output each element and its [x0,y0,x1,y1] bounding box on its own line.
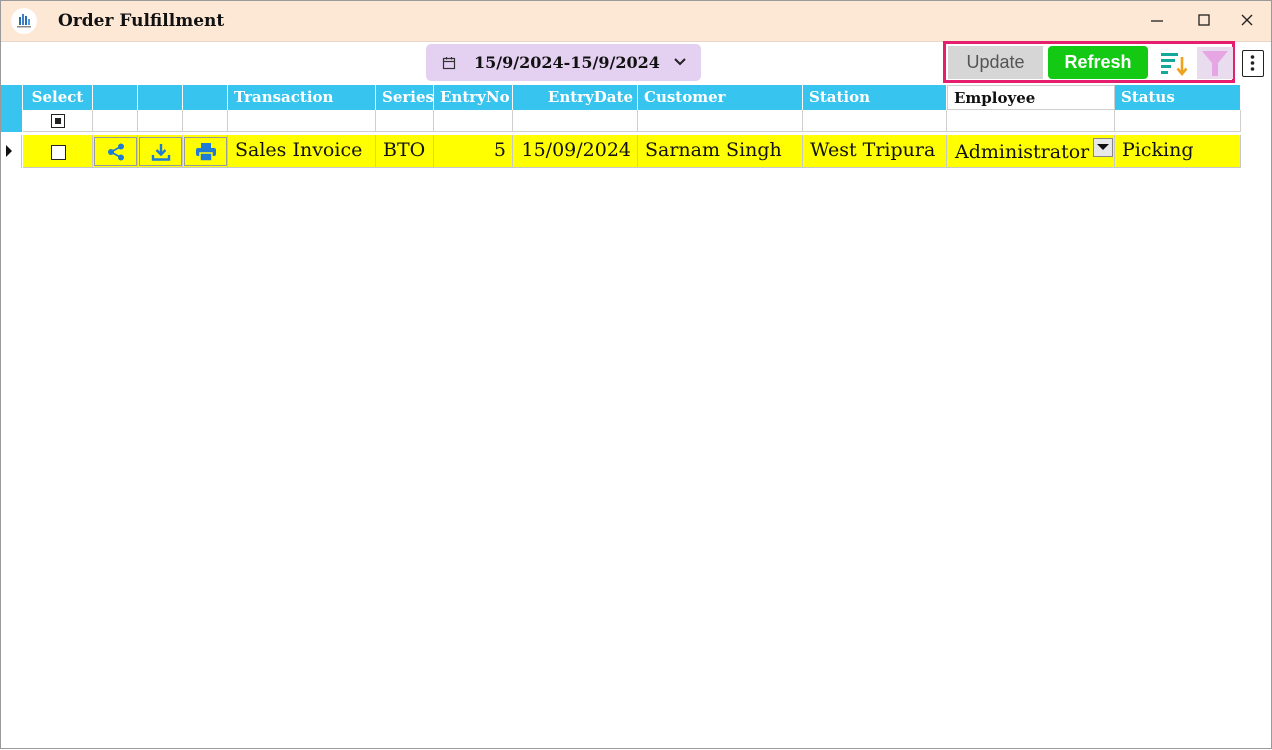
filter-cell-entrydate[interactable] [513,110,638,132]
entrydate-cell[interactable]: 15/09/2024 [513,135,638,168]
column-header-select[interactable]: Select [23,85,93,110]
select-all-cell [23,110,93,132]
print-cell [183,135,228,168]
date-range-text: 15/9/2024-15/9/2024 [474,53,660,72]
filter-cell-employee[interactable] [947,110,1115,132]
filter-row-indicator [1,110,23,132]
column-header-series[interactable]: Series [376,85,434,110]
update-button[interactable]: Update [948,46,1043,79]
filter-cell-entryno[interactable] [434,110,513,132]
app-logo-icon [11,8,37,34]
column-header-print [183,85,228,110]
column-header-status[interactable]: Status [1115,85,1241,110]
grid-filter-row [1,110,1241,132]
more-vertical-icon [1250,55,1255,71]
column-header-download [138,85,183,110]
column-header-entryno[interactable]: EntryNo [434,85,513,110]
minimize-button[interactable] [1144,9,1170,33]
close-icon [1241,14,1253,26]
order-fulfillment-window: Order Fulfillment 15/9/2024-15/9/2024 Up… [0,0,1272,749]
table-row[interactable]: Sales Invoice BTO 5 15/09/2024 Sarnam Si… [1,135,1241,168]
station-cell[interactable]: West Tripura [803,135,947,168]
row-header-corner [1,85,23,110]
window-title: Order Fulfillment [58,11,225,31]
download-icon [151,143,170,161]
current-row-arrow-icon [6,145,12,157]
column-header-station[interactable]: Station [803,85,947,110]
select-all-checkbox[interactable] [51,114,65,128]
share-cell [93,135,138,168]
filter-cell-print [183,110,228,132]
maximize-icon [1198,14,1210,26]
download-cell [138,135,183,168]
column-header-share [93,85,138,110]
entryno-cell[interactable]: 5 [434,135,513,168]
share-button[interactable] [94,137,137,166]
filter-cell-share [93,110,138,132]
more-options-button[interactable] [1242,50,1264,77]
print-button[interactable] [184,137,227,166]
filter-cell-series[interactable] [376,110,434,132]
minimize-icon [1151,20,1163,22]
status-cell[interactable]: Picking [1115,135,1241,168]
sort-button[interactable] [1158,47,1191,79]
sort-descending-icon [1161,53,1188,77]
column-header-transaction[interactable]: Transaction [228,85,376,110]
calendar-icon [442,57,456,70]
download-button[interactable] [139,137,182,166]
transaction-cell[interactable]: Sales Invoice [228,135,376,168]
employee-select[interactable]: Administrator [947,135,1115,168]
chevron-down-icon [674,58,686,66]
filter-cell-status[interactable] [1115,110,1241,132]
employee-dropdown-button[interactable] [1093,138,1113,157]
column-header-customer[interactable]: Customer [638,85,803,110]
row-indicator [1,135,22,168]
employee-select-value: Administrator [955,141,1090,163]
close-button[interactable] [1234,9,1260,33]
refresh-button[interactable]: Refresh [1048,46,1148,79]
row-select-checkbox[interactable] [51,145,66,160]
column-header-entrydate[interactable]: EntryDate [513,85,638,110]
filter-funnel-icon [1202,51,1228,76]
filter-button[interactable] [1197,47,1233,79]
filter-cell-transaction[interactable] [228,110,376,132]
date-range-picker[interactable]: 15/9/2024-15/9/2024 [426,44,701,81]
printer-icon [195,142,216,162]
maximize-button[interactable] [1191,9,1217,33]
dropdown-arrow-icon [1097,144,1109,150]
title-bar: Order Fulfillment [1,1,1271,42]
customer-cell[interactable]: Sarnam Singh [638,135,803,168]
column-header-employee[interactable]: Employee [947,85,1115,110]
share-icon [107,143,124,160]
filter-cell-download [138,110,183,132]
grid-header-row: Select Transaction Series EntryNo EntryD… [1,85,1241,110]
series-cell[interactable]: BTO [376,135,434,168]
select-cell [23,135,93,168]
filter-cell-customer[interactable] [638,110,803,132]
filter-cell-station[interactable] [803,110,947,132]
